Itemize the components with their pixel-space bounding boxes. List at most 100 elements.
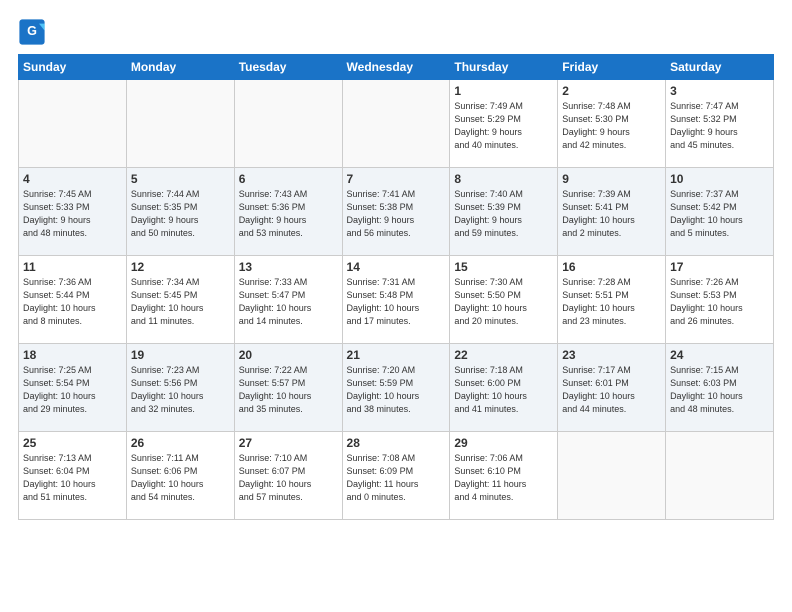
day-info: Sunrise: 7:45 AM Sunset: 5:33 PM Dayligh… xyxy=(23,188,122,240)
calendar-cell: 12Sunrise: 7:34 AM Sunset: 5:45 PM Dayli… xyxy=(126,256,234,344)
day-number: 16 xyxy=(562,260,661,274)
calendar-cell: 29 Sunrise: 7:06 AM Sunset: 6:10 PM Dayli… xyxy=(450,432,558,520)
calendar-cell: 18 Sunrise: 7:25 AM Sunset: 5:54 PM Dayli… xyxy=(19,344,127,432)
day-info: Sunrise: 7:30 AM Sunset: 5:50 PM Dayligh… xyxy=(454,276,553,328)
day-info: Sunrise: 7:13 AM Sunset: 6:04 PM Dayligh… xyxy=(23,452,122,504)
calendar-cell: 20 Sunrise: 7:22 AM Sunset: 5:57 PM Dayli… xyxy=(234,344,342,432)
calendar-cell: 2 Sunrise: 7:48 AM Sunset: 5:30 PM Daylig… xyxy=(558,80,666,168)
day-number: 26 xyxy=(131,436,230,450)
day-info: Sunrise: 7:26 AM Sunset: 5:53 PM Dayligh… xyxy=(670,276,769,328)
week-row-3: 11 Sunrise: 7:36 AM Sunset: 5:44 PM Dayli… xyxy=(19,256,774,344)
calendar-cell: 1 Sunrise: 7:49 AM Sunset: 5:29 PM Daylig… xyxy=(450,80,558,168)
calendar-cell xyxy=(666,432,774,520)
calendar-cell: 26 Sunrise: 7:11 AM Sunset: 6:06 PM Dayli… xyxy=(126,432,234,520)
day-number: 4 xyxy=(23,172,122,186)
day-number: 25 xyxy=(23,436,122,450)
col-header-thursday: Thursday xyxy=(450,55,558,80)
header: G xyxy=(18,18,774,46)
day-number: 10 xyxy=(670,172,769,186)
calendar-cell: 5 Sunrise: 7:44 AM Sunset: 5:35 PM Daylig… xyxy=(126,168,234,256)
day-info: Sunrise: 7:31 AM Sunset: 5:48 PM Dayligh… xyxy=(347,276,446,328)
day-info: Sunrise: 7:36 AM Sunset: 5:44 PM Dayligh… xyxy=(23,276,122,328)
day-number: 5 xyxy=(131,172,230,186)
day-number: 29 xyxy=(454,436,553,450)
day-number: 28 xyxy=(347,436,446,450)
day-info: Sunrise: 7:23 AM Sunset: 5:56 PM Dayligh… xyxy=(131,364,230,416)
header-row: SundayMondayTuesdayWednesdayThursdayFrid… xyxy=(19,55,774,80)
day-info: Sunrise: 7:40 AM Sunset: 5:39 PM Dayligh… xyxy=(454,188,553,240)
logo-icon: G xyxy=(18,18,46,46)
day-number: 20 xyxy=(239,348,338,362)
day-number: 1 xyxy=(454,84,553,98)
col-header-friday: Friday xyxy=(558,55,666,80)
calendar-cell xyxy=(19,80,127,168)
day-info: Sunrise: 7:08 AM Sunset: 6:09 PM Dayligh… xyxy=(347,452,446,504)
day-info: Sunrise: 7:43 AM Sunset: 5:36 PM Dayligh… xyxy=(239,188,338,240)
day-number: 8 xyxy=(454,172,553,186)
day-info: Sunrise: 7:17 AM Sunset: 6:01 PM Dayligh… xyxy=(562,364,661,416)
calendar-cell: 16 Sunrise: 7:28 AM Sunset: 5:51 PM Dayli… xyxy=(558,256,666,344)
day-info: Sunrise: 7:44 AM Sunset: 5:35 PM Dayligh… xyxy=(131,188,230,240)
day-number: 3 xyxy=(670,84,769,98)
calendar-cell: 24Sunrise: 7:15 AM Sunset: 6:03 PM Dayli… xyxy=(666,344,774,432)
day-info: Sunrise: 7:41 AM Sunset: 5:38 PM Dayligh… xyxy=(347,188,446,240)
day-info: Sunrise: 7:47 AM Sunset: 5:32 PM Dayligh… xyxy=(670,100,769,152)
day-number: 19 xyxy=(131,348,230,362)
day-info: Sunrise: 7:06 AM Sunset: 6:10 PM Dayligh… xyxy=(454,452,553,504)
day-number: 17 xyxy=(670,260,769,274)
week-row-4: 18 Sunrise: 7:25 AM Sunset: 5:54 PM Dayli… xyxy=(19,344,774,432)
week-row-2: 4 Sunrise: 7:45 AM Sunset: 5:33 PM Daylig… xyxy=(19,168,774,256)
page: G SundayMondayTuesdayWednesdayThursdayFr… xyxy=(0,0,792,612)
day-number: 21 xyxy=(347,348,446,362)
day-number: 22 xyxy=(454,348,553,362)
day-number: 18 xyxy=(23,348,122,362)
day-info: Sunrise: 7:22 AM Sunset: 5:57 PM Dayligh… xyxy=(239,364,338,416)
day-info: Sunrise: 7:49 AM Sunset: 5:29 PM Dayligh… xyxy=(454,100,553,152)
day-number: 14 xyxy=(347,260,446,274)
calendar-cell: 9Sunrise: 7:39 AM Sunset: 5:41 PM Daylig… xyxy=(558,168,666,256)
calendar-cell: 8 Sunrise: 7:40 AM Sunset: 5:39 PM Daylig… xyxy=(450,168,558,256)
day-info: Sunrise: 7:25 AM Sunset: 5:54 PM Dayligh… xyxy=(23,364,122,416)
calendar-cell: 11 Sunrise: 7:36 AM Sunset: 5:44 PM Dayli… xyxy=(19,256,127,344)
day-info: Sunrise: 7:20 AM Sunset: 5:59 PM Dayligh… xyxy=(347,364,446,416)
col-header-sunday: Sunday xyxy=(19,55,127,80)
calendar-cell: 25 Sunrise: 7:13 AM Sunset: 6:04 PM Dayli… xyxy=(19,432,127,520)
day-number: 23 xyxy=(562,348,661,362)
calendar-cell: 4 Sunrise: 7:45 AM Sunset: 5:33 PM Daylig… xyxy=(19,168,127,256)
col-header-tuesday: Tuesday xyxy=(234,55,342,80)
day-number: 2 xyxy=(562,84,661,98)
day-number: 7 xyxy=(347,172,446,186)
day-info: Sunrise: 7:48 AM Sunset: 5:30 PM Dayligh… xyxy=(562,100,661,152)
col-header-saturday: Saturday xyxy=(666,55,774,80)
day-info: Sunrise: 7:18 AM Sunset: 6:00 PM Dayligh… xyxy=(454,364,553,416)
day-info: Sunrise: 7:37 AM Sunset: 5:42 PM Dayligh… xyxy=(670,188,769,240)
calendar-cell: 15 Sunrise: 7:30 AM Sunset: 5:50 PM Dayli… xyxy=(450,256,558,344)
calendar-cell: 17 Sunrise: 7:26 AM Sunset: 5:53 PM Dayli… xyxy=(666,256,774,344)
calendar-cell: 23 Sunrise: 7:17 AM Sunset: 6:01 PM Dayli… xyxy=(558,344,666,432)
day-info: Sunrise: 7:33 AM Sunset: 5:47 PM Dayligh… xyxy=(239,276,338,328)
calendar-cell: 10 Sunrise: 7:37 AM Sunset: 5:42 PM Dayli… xyxy=(666,168,774,256)
day-number: 24 xyxy=(670,348,769,362)
calendar-cell: 6 Sunrise: 7:43 AM Sunset: 5:36 PM Daylig… xyxy=(234,168,342,256)
day-info: Sunrise: 7:39 AM Sunset: 5:41 PM Dayligh… xyxy=(562,188,661,240)
day-number: 27 xyxy=(239,436,338,450)
day-number: 6 xyxy=(239,172,338,186)
calendar-cell: 3 Sunrise: 7:47 AM Sunset: 5:32 PM Daylig… xyxy=(666,80,774,168)
logo: G xyxy=(18,18,50,46)
day-info: Sunrise: 7:34 AM Sunset: 5:45 PM Dayligh… xyxy=(131,276,230,328)
week-row-1: 1 Sunrise: 7:49 AM Sunset: 5:29 PM Daylig… xyxy=(19,80,774,168)
calendar-cell: 22 Sunrise: 7:18 AM Sunset: 6:00 PM Dayli… xyxy=(450,344,558,432)
col-header-wednesday: Wednesday xyxy=(342,55,450,80)
calendar-cell: 13 Sunrise: 7:33 AM Sunset: 5:47 PM Dayli… xyxy=(234,256,342,344)
calendar-cell: 21 Sunrise: 7:20 AM Sunset: 5:59 PM Dayli… xyxy=(342,344,450,432)
col-header-monday: Monday xyxy=(126,55,234,80)
day-number: 13 xyxy=(239,260,338,274)
day-info: Sunrise: 7:11 AM Sunset: 6:06 PM Dayligh… xyxy=(131,452,230,504)
calendar-cell xyxy=(342,80,450,168)
calendar-cell: 27Sunrise: 7:10 AM Sunset: 6:07 PM Dayli… xyxy=(234,432,342,520)
day-info: Sunrise: 7:28 AM Sunset: 5:51 PM Dayligh… xyxy=(562,276,661,328)
calendar-cell xyxy=(234,80,342,168)
day-number: 11 xyxy=(23,260,122,274)
calendar-cell xyxy=(558,432,666,520)
day-number: 15 xyxy=(454,260,553,274)
